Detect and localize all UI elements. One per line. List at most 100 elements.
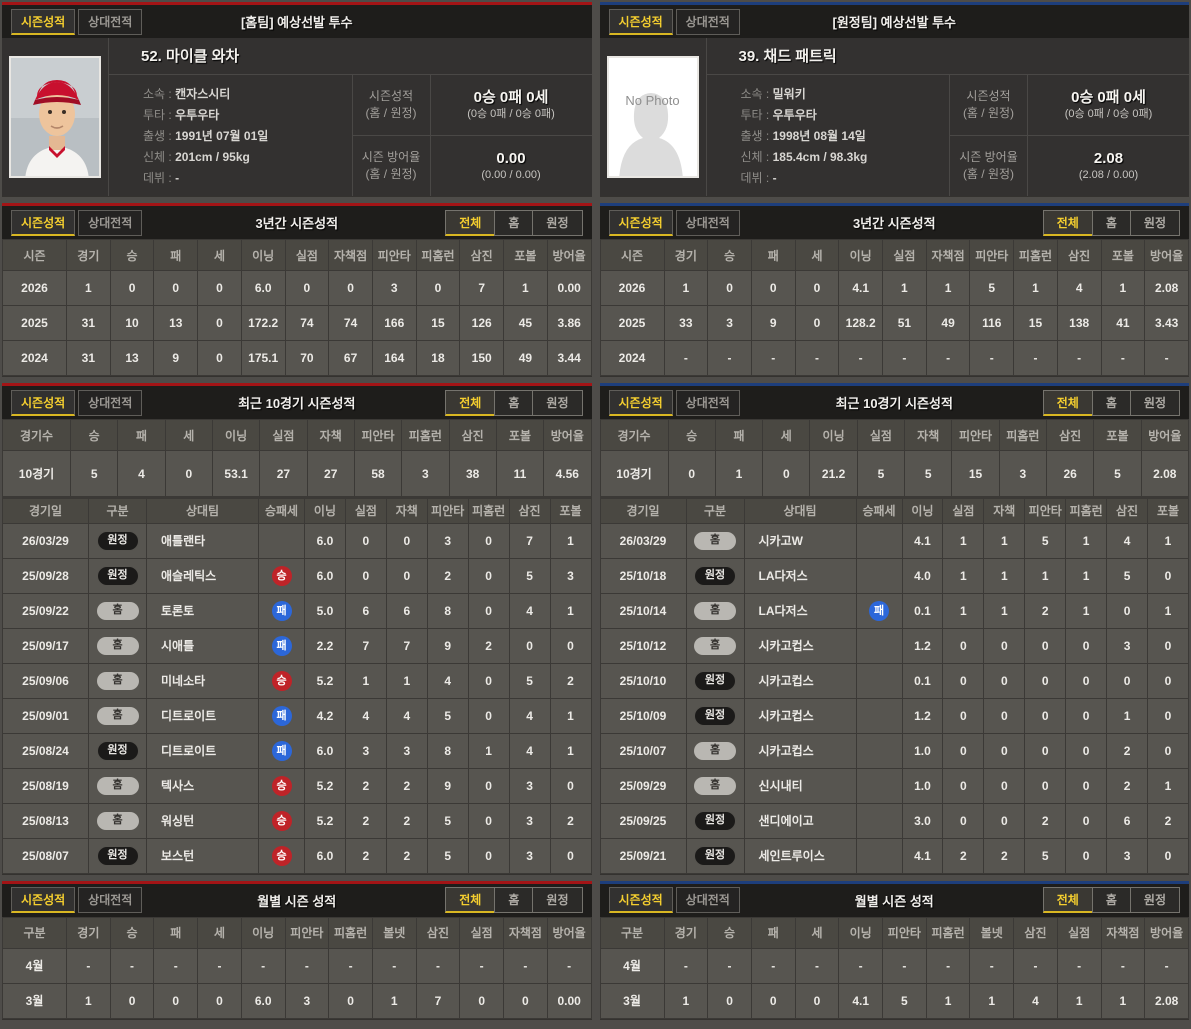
cell: - — [240, 947, 286, 984]
filter-all[interactable]: 전체 — [445, 209, 496, 236]
tab-head-to-head[interactable]: 상대전적 — [78, 8, 143, 35]
cell: - — [794, 340, 840, 376]
cell — [855, 522, 903, 559]
column-header: 상대팀 — [146, 497, 259, 524]
win-badge: 승 — [271, 775, 292, 796]
column-header: 삼진 — [1106, 497, 1149, 524]
cell: 53.1 — [211, 450, 261, 497]
cell: 홈 — [88, 802, 147, 839]
cell: 3 — [1106, 837, 1149, 874]
cell: 디트로이트 — [146, 732, 259, 769]
filter-all[interactable]: 전체 — [445, 887, 496, 913]
cell: 패 — [258, 627, 305, 664]
column-header: 자책점 — [925, 239, 971, 271]
filter-away[interactable]: 원정 — [532, 389, 583, 416]
cell: 13 — [153, 305, 199, 341]
tab-season-stats[interactable]: 시즌성적 — [608, 389, 673, 416]
table-row: 25/10/09 원정 시카고컵스 1.2 0 0 0 0 1 0 — [599, 697, 1189, 734]
cell: 2 — [1106, 732, 1149, 769]
filter-home[interactable]: 홈 — [494, 389, 534, 416]
cell: 0 — [983, 662, 1026, 699]
cell: 3 — [401, 450, 450, 497]
cell: 5 — [426, 697, 469, 734]
cell: 원정 — [88, 732, 147, 769]
tab-head-to-head[interactable]: 상대전적 — [675, 209, 740, 236]
tab-head-to-head[interactable]: 상대전적 — [78, 887, 143, 913]
cell: 0 — [467, 697, 510, 734]
cell: 0 — [983, 767, 1026, 804]
column-header: 피홈런 — [998, 419, 1048, 451]
tab-head-to-head[interactable]: 상대전적 — [78, 389, 143, 416]
tab-season-stats[interactable]: 시즌성적 — [11, 389, 76, 416]
cell: 4.1 — [838, 982, 884, 1019]
cell: 0 — [385, 557, 428, 594]
cell: 승 — [258, 767, 305, 804]
filter-away[interactable]: 원정 — [1129, 389, 1180, 416]
column-header: 삼진 — [415, 916, 461, 949]
filter-all[interactable]: 전체 — [1042, 209, 1093, 236]
cell: 원정 — [88, 557, 147, 594]
filter-away[interactable]: 원정 — [532, 209, 583, 236]
column-header: 방어율 — [1144, 916, 1189, 949]
cell: 74 — [328, 305, 373, 341]
tab-season-stats[interactable]: 시즌성적 — [608, 209, 673, 236]
cell: 0 — [459, 982, 505, 1019]
cell: 0 — [503, 982, 548, 1019]
home-badge: 홈 — [96, 811, 139, 830]
cell: 2 — [385, 837, 428, 874]
column-header: 이닝 — [901, 497, 944, 524]
cell: 승 — [258, 837, 305, 874]
cell: 25/09/17 — [2, 627, 89, 664]
cell: 승 — [258, 662, 305, 699]
cell: 25/08/13 — [2, 802, 89, 839]
cell: 7 — [385, 627, 428, 664]
cell: 27 — [259, 450, 308, 497]
filter-all[interactable]: 전체 — [445, 389, 496, 416]
tab-season-stats[interactable]: 시즌성적 — [11, 887, 76, 913]
cell: 175.1 — [240, 340, 286, 376]
tab-head-to-head[interactable]: 상대전적 — [78, 209, 143, 236]
table-row: 4월 - - - - - - - - - - - - — [2, 947, 592, 984]
cell: 1 — [467, 732, 510, 769]
cell: 시카고컵스 — [743, 662, 857, 699]
filter-away[interactable]: 원정 — [532, 887, 583, 913]
column-header: 경기 — [66, 239, 111, 271]
section-header: 시즌성적 상대전적 최근 10경기 시즌성적 전체 홈 원정 — [2, 386, 592, 419]
cell: 패 — [258, 592, 305, 629]
column-header: 볼넷 — [969, 916, 1015, 949]
player-card-body: 52. 마이클 와차 소속캔자스시티 투타우투우타 출생1991년 07월 01… — [2, 38, 592, 196]
cell: 15 — [415, 305, 461, 341]
tab-head-to-head[interactable]: 상대전적 — [675, 887, 740, 913]
cell: 70 — [284, 340, 330, 376]
cell: 1 — [882, 270, 927, 306]
tab-head-to-head[interactable]: 상대전적 — [675, 8, 740, 35]
tab-season-stats[interactable]: 시즌성적 — [11, 8, 76, 35]
filter-away[interactable]: 원정 — [1129, 209, 1180, 236]
tab-season-stats[interactable]: 시즌성적 — [11, 209, 76, 236]
filter-all[interactable]: 전체 — [1042, 887, 1093, 913]
tab-season-stats[interactable]: 시즌성적 — [608, 887, 673, 913]
tab-head-to-head[interactable]: 상대전적 — [675, 389, 740, 416]
filter-home[interactable]: 홈 — [494, 887, 534, 913]
cell: 5 — [1024, 837, 1067, 874]
cell: 0 — [153, 982, 199, 1019]
column-header: 실점 — [882, 239, 927, 271]
filter-all[interactable]: 전체 — [1042, 389, 1093, 416]
filter-home[interactable]: 홈 — [1091, 887, 1131, 913]
cell: 2 — [549, 662, 592, 699]
info-debut: 데뷔- — [143, 168, 346, 189]
cell: 3.0 — [901, 802, 944, 839]
filter-away[interactable]: 원정 — [1129, 887, 1180, 913]
cell: 2 — [426, 557, 469, 594]
filter-home[interactable]: 홈 — [494, 209, 534, 236]
filter-home[interactable]: 홈 — [1091, 389, 1131, 416]
cell: 25/09/25 — [599, 802, 687, 839]
section-header: 시즌성적 상대전적 월별 시즌 성적 전체 홈 원정 — [599, 883, 1189, 917]
away-badge: 원정 — [694, 670, 736, 691]
filter-home[interactable]: 홈 — [1091, 209, 1131, 236]
column-header: 승패세 — [258, 497, 305, 524]
tab-season-stats[interactable]: 시즌성적 — [608, 8, 673, 35]
cell: 0 — [197, 340, 242, 376]
cell: 6.0 — [240, 982, 286, 1019]
column-header: 피홈런 — [1065, 497, 1108, 524]
